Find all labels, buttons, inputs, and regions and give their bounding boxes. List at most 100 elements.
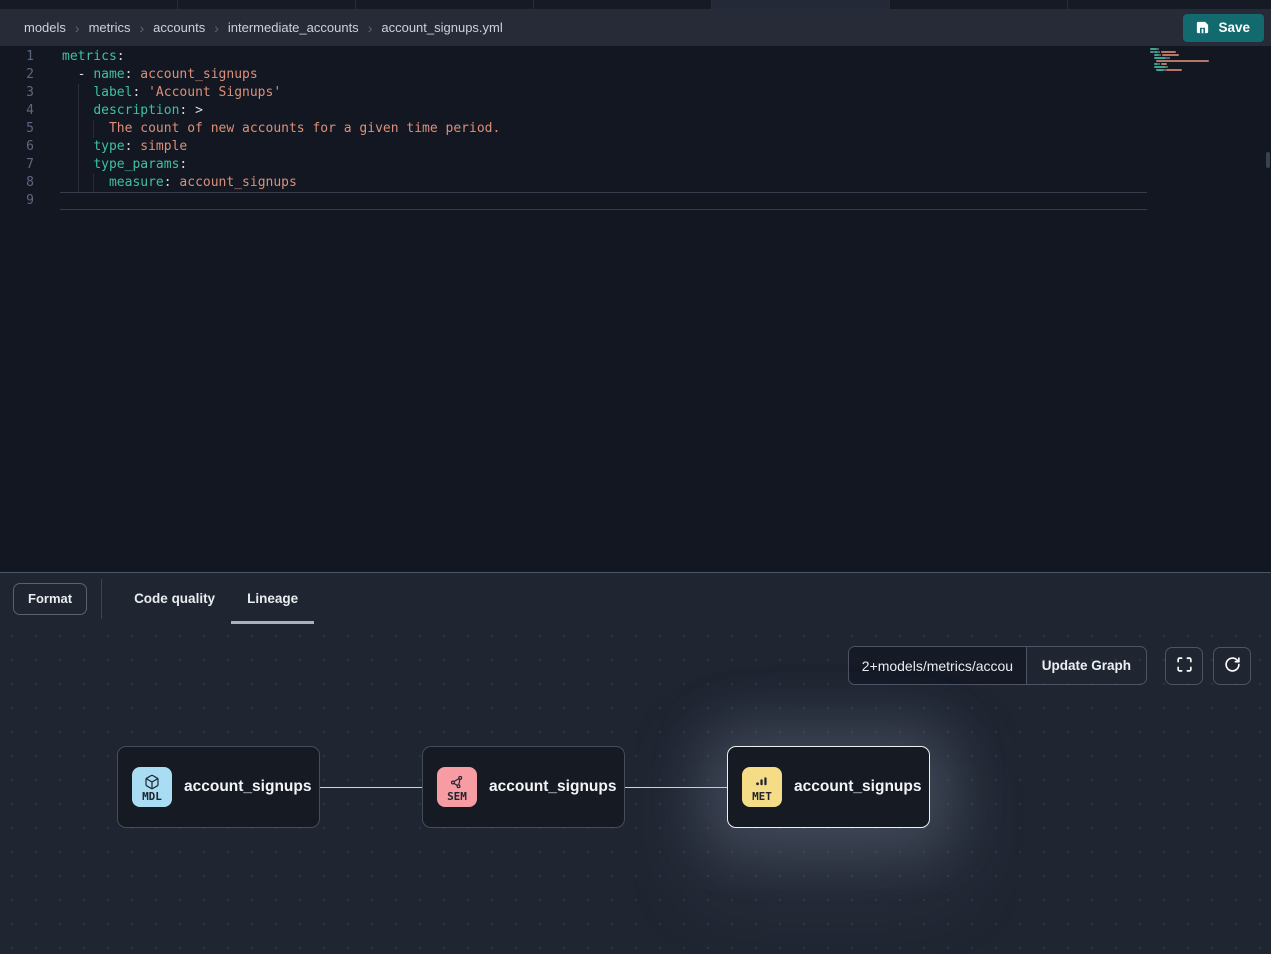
bar-chart-icon (754, 773, 770, 790)
breadcrumb-item[interactable]: intermediate_accounts (228, 20, 359, 35)
save-button[interactable]: Save (1183, 14, 1264, 42)
node-type-badge: SEM (437, 767, 477, 807)
code-token: - (62, 67, 93, 82)
code-line[interactable]: The count of new accounts for a given ti… (62, 120, 1271, 138)
indent-guide (78, 84, 79, 192)
node-type-label: SEM (447, 790, 467, 803)
line-number[interactable]: 1 (0, 48, 34, 66)
tab-bar-divider (101, 579, 102, 619)
lineage-controls: Update Graph (848, 646, 1251, 685)
panel-tab-bar: Format Code qualityLineage (0, 573, 1271, 624)
code-line[interactable]: description: > (62, 102, 1271, 120)
line-number[interactable]: 2 (0, 66, 34, 84)
code-line[interactable]: type_params: (62, 156, 1271, 174)
minimap-segment (1161, 51, 1177, 53)
tab-code-quality[interactable]: Code quality (118, 573, 231, 624)
code-token: : (117, 49, 125, 64)
save-icon (1195, 20, 1210, 35)
code-line[interactable] (60, 192, 1147, 210)
tab-lineage[interactable]: Lineage (231, 573, 314, 624)
code-line[interactable]: metrics: (62, 48, 1271, 66)
window-tab[interactable] (178, 0, 356, 9)
lineage-selector-input[interactable] (849, 647, 1027, 684)
network-icon (449, 773, 465, 790)
breadcrumb-separator-icon: › (75, 21, 80, 35)
line-number[interactable]: 4 (0, 102, 34, 120)
line-number[interactable]: 9 (0, 192, 34, 210)
line-number[interactable]: 3 (0, 84, 34, 102)
code-line[interactable]: label: 'Account Signups' (62, 84, 1271, 102)
minimap-segment (1166, 66, 1168, 68)
line-number[interactable]: 5 (0, 120, 34, 138)
window-tab[interactable] (0, 0, 178, 9)
window-tab[interactable] (356, 0, 534, 9)
node-type-label: MET (752, 790, 772, 803)
lineage-node-met[interactable]: MET account_signups (727, 746, 930, 828)
code-token: metrics (62, 49, 117, 64)
code-token: account_signups (140, 67, 257, 82)
breadcrumb-item[interactable]: account_signups.yml (381, 20, 502, 35)
breadcrumb-item[interactable]: accounts (153, 20, 205, 35)
code-line[interactable]: - name: account_signups (62, 66, 1271, 84)
breadcrumb-item[interactable]: models (24, 20, 66, 35)
indent-guide (93, 174, 94, 192)
save-button-label: Save (1218, 20, 1250, 35)
line-number[interactable]: 6 (0, 138, 34, 156)
bottom-panel: Format Code qualityLineage Update Graph (0, 572, 1271, 954)
node-label: account_signups (184, 778, 311, 796)
file-header-bar: models › metrics › accounts › intermediate_acc… (0, 9, 1271, 46)
line-numbers[interactable]: 123456789 (0, 48, 46, 210)
code-token: : (179, 157, 187, 172)
code-content[interactable]: metrics: - name: account_signups label: … (46, 48, 1271, 210)
code-line[interactable]: measure: account_signups (62, 174, 1271, 192)
code-token: type_params (93, 157, 179, 172)
code-line[interactable]: type: simple (62, 138, 1271, 156)
code-token: label (93, 85, 132, 100)
code-token: : (125, 139, 141, 154)
breadcrumb-item[interactable]: metrics (89, 20, 131, 35)
refresh-icon (1224, 656, 1241, 676)
code-token: 'Account Signups' (148, 85, 281, 100)
code-token: measure (109, 175, 164, 190)
node-type-badge: MET (742, 767, 782, 807)
code-token: simple (140, 139, 187, 154)
node-label: account_signups (489, 778, 616, 796)
lineage-edge (320, 787, 422, 788)
code-editor[interactable]: 123456789 metrics: - name: account_signu… (0, 46, 1271, 572)
node-type-badge: MDL (132, 767, 172, 807)
code-token (62, 121, 109, 136)
code-token: name (93, 67, 124, 82)
format-button[interactable]: Format (13, 583, 87, 615)
fullscreen-icon (1176, 656, 1193, 676)
lineage-node-mdl[interactable]: MDL account_signups (117, 746, 320, 828)
minimap-segment (1161, 63, 1167, 65)
editor-scrollbar-thumb[interactable] (1266, 152, 1270, 168)
breadcrumb-separator-icon: › (139, 21, 144, 35)
minimap-segment (1150, 48, 1157, 50)
window-tab[interactable] (534, 0, 712, 9)
breadcrumb-separator-icon: › (214, 21, 219, 35)
code-token: account_signups (179, 175, 296, 190)
refresh-button[interactable] (1213, 647, 1251, 685)
code-token: : (125, 67, 141, 82)
minimap-line (1150, 72, 1216, 75)
update-graph-button[interactable]: Update Graph (1027, 647, 1146, 684)
lineage-node-sem[interactable]: SEM account_signups (422, 746, 625, 828)
minimap[interactable] (1150, 48, 1216, 80)
minimap-segment (1154, 57, 1166, 59)
code-token: description (93, 103, 179, 118)
window-tab[interactable] (890, 0, 1068, 9)
window-tab[interactable] (1068, 0, 1271, 9)
lineage-canvas[interactable]: Update Graph (0, 624, 1271, 954)
node-label: account_signups (794, 778, 921, 796)
minimap-segment (1162, 54, 1180, 56)
minimap-segment (1157, 48, 1159, 50)
minimap-segment (1168, 57, 1170, 59)
line-number[interactable]: 8 (0, 174, 34, 192)
window-tab-strip (0, 0, 1271, 9)
line-number[interactable]: 7 (0, 156, 34, 174)
fullscreen-button[interactable] (1165, 647, 1203, 685)
minimap-segment (1154, 66, 1166, 68)
breadcrumb-separator-icon: › (368, 21, 373, 35)
window-tab[interactable] (712, 0, 890, 9)
